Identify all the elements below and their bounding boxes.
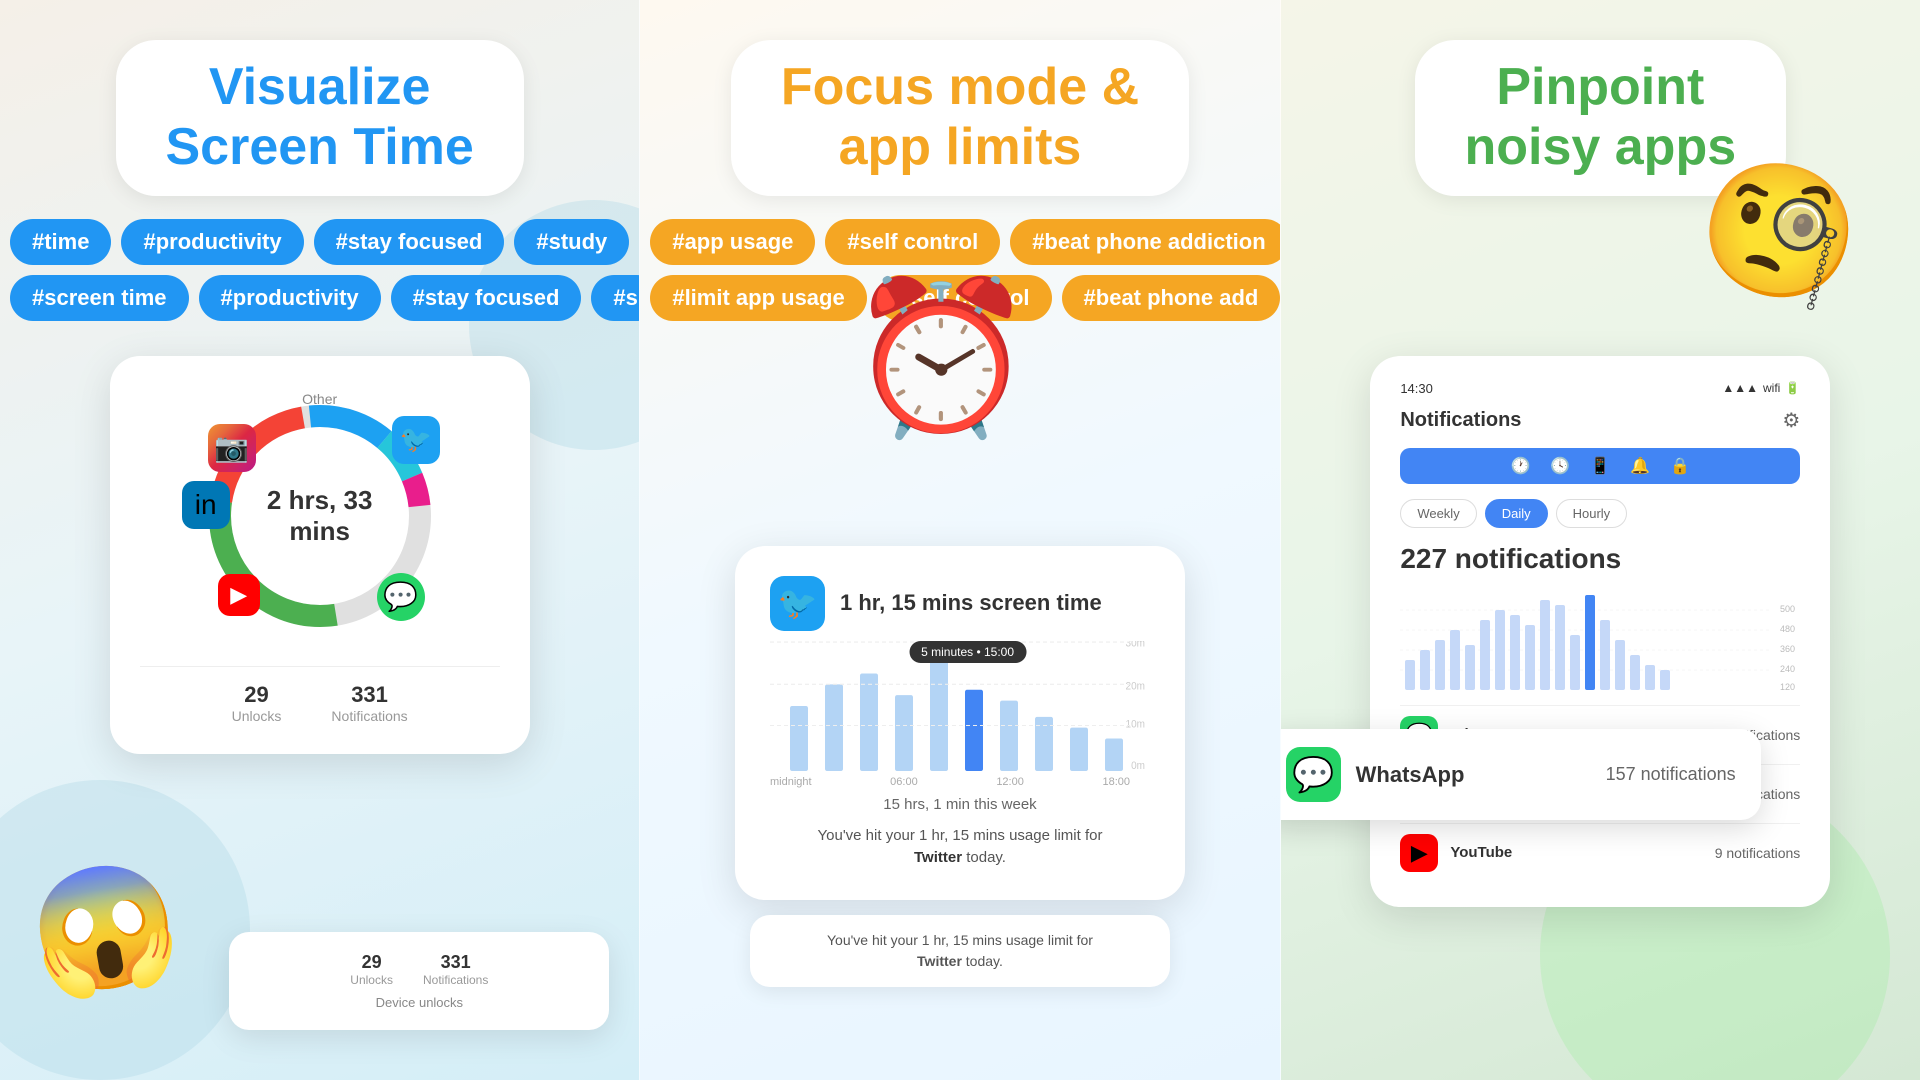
bell-icon[interactable]: 🔔	[1630, 456, 1650, 476]
svg-text:20m: 20m	[1126, 681, 1145, 692]
hashtag-pill: #s	[591, 275, 639, 321]
secondary-unlocks-num: 29	[350, 952, 393, 973]
hashtag-pill: #time	[10, 219, 111, 265]
status-bar: 14:30 ▲▲▲ wifi 🔋	[1400, 381, 1800, 396]
twitter-icon-focus: 🐦	[770, 576, 825, 631]
tab-hourly[interactable]: Hourly	[1556, 499, 1628, 528]
weekly-text: 15 hrs, 1 min this week	[770, 796, 1150, 813]
limit-message-bottom: You've hit your 1 hr, 15 mins usage limi…	[750, 915, 1170, 987]
hashtag-pill: #screen time	[10, 275, 189, 321]
panel1-title-line2: Screen Time	[166, 118, 474, 176]
panel1-hashtags: #time #productivity #stay focused #study…	[0, 214, 639, 326]
battery-icon: 🔋	[1785, 381, 1800, 395]
hashtag-pill: #beat phone addiction	[1010, 219, 1279, 265]
linkedin-icon: in	[182, 481, 230, 529]
notif-bar-chart: 500 480 360 240 120	[1400, 590, 1800, 690]
secondary-card: 29 Unlocks 331 Notifications Device unlo…	[229, 932, 609, 1030]
hashtag-pill: #productivity	[121, 219, 303, 265]
status-time: 14:30	[1400, 381, 1433, 396]
instagram-icon: 📷	[208, 424, 256, 472]
whatsapp-popup-icon: 💬	[1286, 747, 1341, 802]
hashtag-pill: #app usage	[650, 219, 815, 265]
hashtag-pill: #beat phone add	[1062, 275, 1280, 321]
signal-icon: ▲▲▲	[1722, 381, 1758, 395]
screen-time-text: 1 hr, 15 mins screen time	[840, 590, 1102, 616]
panel2-title-line2: app limits	[839, 118, 1082, 176]
svg-text:0m: 0m	[1131, 760, 1145, 770]
donut-time: 2 hrs, 33 mins	[255, 485, 385, 547]
lock-icon[interactable]: 🔒	[1670, 456, 1690, 476]
screen-time-card: 2 hrs, 33 mins Other 📷 in 🐦 ▶ 💬 29 Unloc…	[110, 356, 530, 754]
hashtag-pill: #self control	[825, 219, 1000, 265]
device-unlocks-label: Device unlocks	[254, 995, 584, 1010]
limit-message: You've hit your 1 hr, 15 mins usage limi…	[770, 825, 1150, 870]
hashtag-pill: #stay focused	[314, 219, 505, 265]
panel2-title-line1: Focus mode &	[781, 58, 1139, 116]
svg-text:480: 480	[1780, 624, 1795, 634]
focus-card: 🐦 1 hr, 15 mins screen time 30m 20m 10m	[735, 546, 1185, 900]
hashtag-pill: #productivity	[199, 275, 381, 321]
notifications-stat: 331 Notifications	[331, 682, 407, 724]
svg-text:240: 240	[1780, 664, 1795, 674]
chart-tooltip: 5 minutes • 15:00	[909, 641, 1026, 663]
chart-x-labels: midnight 06:00 12:00 18:00	[770, 776, 1150, 788]
alarm-clock-emoji: ⏰	[848, 270, 1035, 446]
panel-focus: Focus mode & app limits #app usage #self…	[639, 0, 1280, 1080]
youtube-list-icon: ▶	[1400, 834, 1438, 872]
notif-title: Notifications	[1400, 409, 1521, 432]
wifi-icon: wifi	[1763, 381, 1780, 395]
youtube-donut-icon: ▶	[218, 574, 260, 616]
youtube-list-item: ▶ YouTube 9 notifications	[1400, 823, 1800, 882]
donut-other-label: Other	[302, 391, 337, 407]
donut-chart: 2 hrs, 33 mins Other 📷 in 🐦 ▶ 💬	[190, 386, 450, 646]
unlocks-stat: 29 Unlocks	[232, 682, 282, 724]
hashtag-pill: #limit app usage	[650, 275, 866, 321]
clock-icon[interactable]: 🕐	[1511, 456, 1531, 476]
stats-row: 29 Unlocks 331 Notifications	[140, 666, 500, 724]
whatsapp-donut-icon: 💬	[377, 573, 425, 621]
whatsapp-popup: 💬 WhatsApp 157 notifications	[1281, 729, 1761, 820]
panel3-title-line2: noisy apps	[1465, 118, 1737, 176]
twitter-donut-icon: 🐦	[392, 416, 440, 464]
whatsapp-popup-count: 157 notifications	[1606, 764, 1736, 785]
panel-visualize: Visualize Screen Time #time #productivit…	[0, 0, 639, 1080]
apps-icon[interactable]: 📱	[1590, 456, 1610, 476]
panel1-title-line1: Visualize	[209, 58, 431, 116]
panel3-title-line1: Pinpoint	[1496, 58, 1704, 116]
tab-weekly[interactable]: Weekly	[1400, 499, 1476, 528]
gear-icon[interactable]: ⚙	[1782, 408, 1800, 433]
hashtag-pill: #study	[514, 219, 629, 265]
notif-icon-tabs: 🕐 🕓 📱 🔔 🔒	[1400, 448, 1800, 484]
notifications-card: 14:30 ▲▲▲ wifi 🔋 Notifications ⚙ 🕐 🕓 📱 🔔…	[1370, 356, 1830, 907]
secondary-notif-num: 331	[423, 952, 488, 973]
svg-text:120: 120	[1780, 682, 1795, 690]
history-icon[interactable]: 🕓	[1550, 456, 1570, 476]
svg-text:500: 500	[1780, 604, 1795, 614]
period-tabs: Weekly Daily Hourly	[1400, 499, 1800, 528]
youtube-notif-count: 9 notifications	[1715, 845, 1801, 861]
panel1-title-bubble: Visualize Screen Time	[116, 40, 524, 196]
tab-daily[interactable]: Daily	[1485, 499, 1548, 528]
hashtag-pill: #stay focused	[391, 275, 582, 321]
youtube-name: YouTube	[1450, 844, 1512, 861]
focus-bar-chart: 30m 20m 10m 0m 5 minutes • 15:00	[770, 641, 1150, 771]
whatsapp-popup-name: WhatsApp	[1356, 762, 1465, 788]
panel-pinpoint: Pinpoint noisy apps 🧐 14:30 ▲▲▲ wifi 🔋 N…	[1281, 0, 1920, 1080]
svg-text:360: 360	[1780, 644, 1795, 654]
panel2-title-bubble: Focus mode & app limits	[731, 40, 1189, 196]
shocked-emoji: 😱	[19, 848, 190, 1012]
total-notifications: 227 notifications	[1400, 543, 1800, 575]
